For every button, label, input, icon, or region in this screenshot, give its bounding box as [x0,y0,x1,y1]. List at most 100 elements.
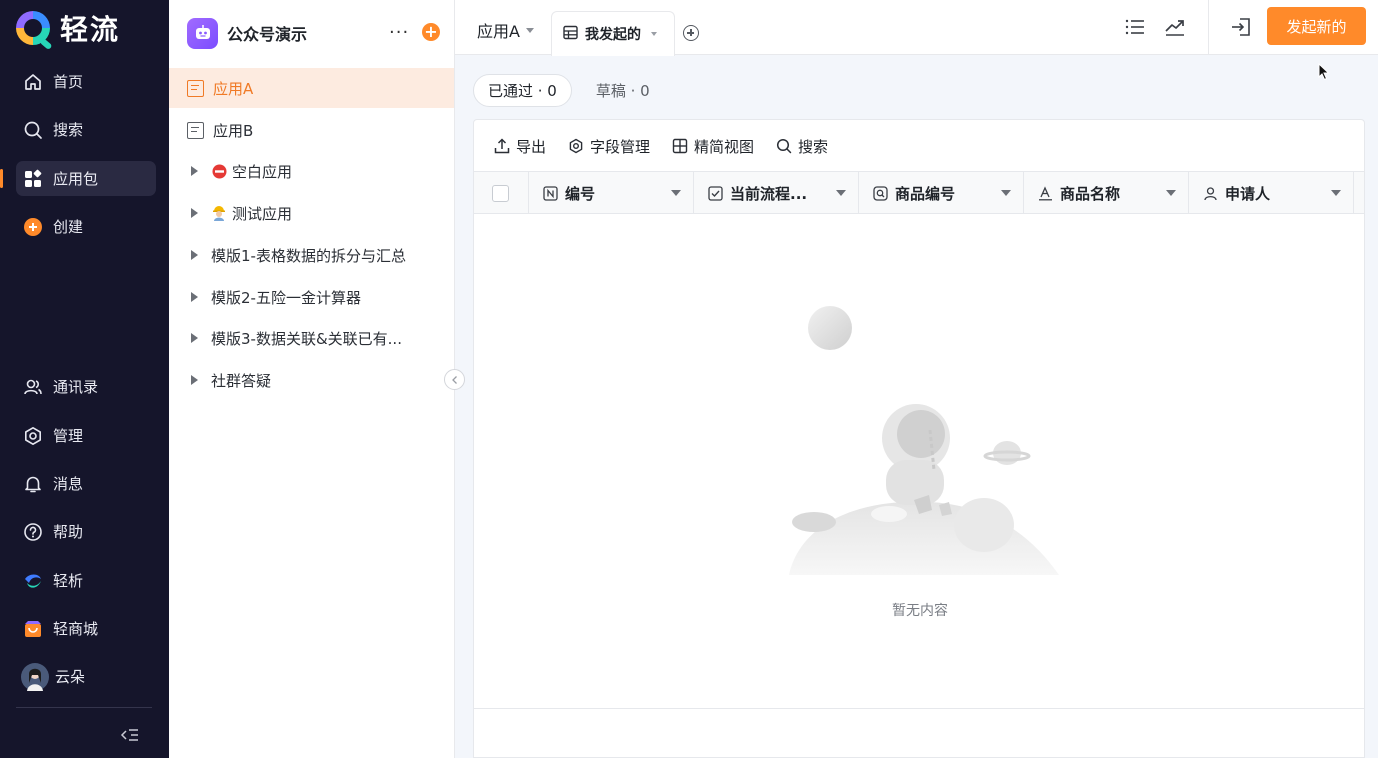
nav-item-manage[interactable]: 管理 [16,418,156,453]
chevron-down-icon[interactable] [651,32,657,36]
expand-caret-icon[interactable] [191,250,198,260]
tree-item-template-3[interactable]: 模版3-数据关联&关联已有... [169,318,454,358]
empty-state-text: 暂无内容 [892,603,948,619]
collapse-nav-icon[interactable] [120,726,140,744]
tree-item-app-b[interactable]: 应用B [169,110,454,150]
trend-chart-icon[interactable] [1164,17,1186,37]
main-content: 应用A 我发起的 发起新的 已通过 · 0 草稿 · 0 导出 字段管理 精简视… [455,0,1378,758]
app-selector[interactable]: 应用A [477,18,534,42]
chevron-left-icon [451,375,457,384]
nav-item-search[interactable]: 搜索 [16,112,156,147]
tree-item-label: 模版2-五险一金计算器 [211,288,361,307]
column-header-product-name[interactable]: 商品名称 [1024,172,1189,214]
no-entry-icon [211,163,227,179]
chevron-down-icon[interactable] [1331,190,1341,196]
chevron-down-icon[interactable] [836,190,846,196]
tree-item-label: 应用A [213,79,254,98]
list-icon[interactable] [1124,17,1146,37]
expand-caret-icon[interactable] [191,208,198,218]
nav-item-apps[interactable]: 应用包 [0,161,156,196]
column-label: 编号 [565,184,596,203]
column-header-current-flow[interactable]: 当前流程... [694,172,859,214]
tree-item-template-1[interactable]: 模版1-表格数据的拆分与汇总 [169,235,454,275]
table-toolbar: 导出 字段管理 精简视图 搜索 [494,136,850,156]
tree-item-blank-app[interactable]: 空白应用 [169,151,454,191]
package-header: 公众号演示 ··· + [187,17,443,49]
tab-label: 我发起的 [585,27,641,43]
tab-my-initiated[interactable]: 我发起的 [551,11,675,56]
nav-divider [16,707,152,708]
sign-in-icon[interactable] [1230,17,1252,37]
nav-item-home[interactable]: 首页 [16,64,156,99]
column-label: 当前流程... [730,184,808,203]
nav-item-contacts[interactable]: 通讯录 [16,369,156,404]
nav-item-messages[interactable]: 消息 [16,466,156,501]
nav-item-store[interactable]: 轻商城 [16,611,156,646]
field-manage-label: 字段管理 [590,137,651,156]
column-header-product-number[interactable]: 商品编号 [859,172,1024,214]
package-title: 公众号演示 [227,25,308,44]
nav-item-help[interactable]: 帮助 [16,514,156,549]
brand-logo[interactable]: 轻流 [16,10,120,46]
person-icon [1203,186,1218,201]
chevron-down-icon [525,27,534,33]
nav-label: 应用包 [53,170,99,188]
nav-item-create[interactable]: 创建 [16,209,156,244]
compact-view-button[interactable]: 精简视图 [672,136,754,157]
column-header-number[interactable]: 编号 [529,172,694,214]
chevron-down-icon[interactable] [1166,190,1176,196]
plus-circle-icon [23,217,43,237]
nav-item-qingxi[interactable]: 轻析 [16,563,156,598]
expand-caret-icon[interactable] [191,166,198,176]
expand-caret-icon[interactable] [191,333,198,343]
export-label: 导出 [516,137,547,156]
grid-icon [672,138,688,154]
nav-label: 消息 [53,475,84,493]
expand-caret-icon[interactable] [191,375,198,385]
qingxi-icon [23,571,43,591]
number-icon [543,185,558,201]
contacts-icon [23,377,43,397]
nav-label: 轻商城 [53,620,99,638]
collapse-sidebar-button[interactable] [444,369,465,390]
store-icon [23,619,43,639]
nav-label: 通讯录 [53,378,99,396]
field-manage-button[interactable]: 字段管理 [568,136,650,157]
help-icon [23,522,43,542]
tree-item-label: 模版3-数据关联&关联已有... [211,329,402,348]
form-icon [187,79,204,97]
table-search-button[interactable]: 搜索 [776,136,828,157]
draft-filter[interactable]: 草稿 · 0 [582,74,664,107]
tree-item-community-qa[interactable]: 社群答疑 [169,360,454,400]
scan-icon [873,185,888,201]
start-new-button[interactable]: 发起新的 [1267,7,1366,45]
nav-label: 管理 [53,427,84,445]
select-all-checkbox[interactable] [492,184,509,202]
text-icon [1038,185,1053,201]
export-button[interactable]: 导出 [494,136,546,157]
avatar [21,662,49,691]
column-header-applicant[interactable]: 申请人 [1189,172,1354,214]
robot-icon [187,17,218,49]
logo-icon [16,11,50,45]
nav-label: 搜索 [53,121,84,139]
more-options-icon[interactable]: ··· [389,22,409,43]
expand-caret-icon[interactable] [191,292,198,302]
chevron-down-icon[interactable] [671,190,681,196]
tree-item-template-2[interactable]: 模版2-五险一金计算器 [169,277,454,317]
tree-item-label: 应用B [213,121,254,140]
tree-item-test-app[interactable]: 测试应用 [169,193,454,233]
compact-view-label: 精简视图 [694,137,755,156]
approved-filter[interactable]: 已通过 · 0 [473,74,572,107]
add-view-icon[interactable] [683,25,699,41]
add-app-button[interactable]: + [422,23,440,41]
status-filter: 已通过 · 0 草稿 · 0 [473,74,664,107]
chevron-down-icon[interactable] [1001,190,1011,196]
nav-item-profile[interactable]: 云朵 [16,659,156,694]
search-icon [776,138,792,154]
tree-item-app-a[interactable]: 应用A [169,68,454,108]
worker-icon [211,205,227,221]
column-label: 商品编号 [895,184,956,203]
data-table-card: 导出 字段管理 精简视图 搜索 编号 当前流程... 商品编号 商品名称 申请人… [473,119,1365,758]
table-view-icon [563,25,578,44]
